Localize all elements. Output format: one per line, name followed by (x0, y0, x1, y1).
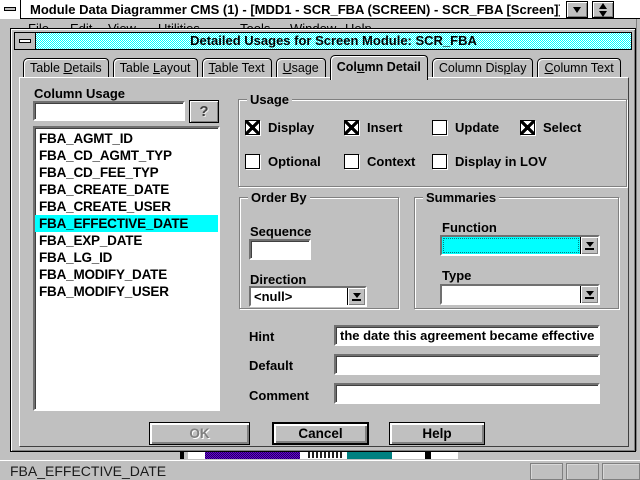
update-checkbox-label: Update (455, 120, 499, 135)
default-input[interactable] (334, 354, 600, 375)
sequence-input[interactable] (249, 239, 311, 260)
list-item[interactable]: FBA_CREATE_USER (35, 198, 218, 215)
status-panel-3 (602, 463, 640, 480)
list-item[interactable]: FBA_MODIFY_USER (35, 283, 218, 300)
list-item[interactable]: FBA_CREATE_DATE (35, 181, 218, 198)
type-label: Type (442, 268, 471, 283)
type-value (442, 286, 580, 303)
function-value (442, 237, 580, 254)
main-titlebar: Module Data Diagrammer CMS (1) - [MDD1 -… (0, 0, 640, 19)
status-panel-1 (530, 463, 563, 480)
list-item[interactable]: FBA_CD_AGMT_TYP (35, 147, 218, 164)
comment-label: Comment (249, 388, 309, 403)
status-text: FBA_EFFECTIVE_DATE (10, 463, 166, 479)
down-arrow-icon (573, 7, 581, 13)
column-usage-list[interactable]: FBA_AGMT_ID FBA_CD_AGMT_TYP FBA_CD_FEE_T… (33, 126, 220, 411)
cancel-button[interactable]: Cancel (272, 422, 369, 445)
function-dropdown-button[interactable] (580, 237, 598, 254)
tab-column-display[interactable]: Column Display (432, 58, 534, 77)
direction-dropdown-button[interactable] (347, 288, 365, 305)
column-usage-lov-button[interactable]: ? (189, 100, 219, 123)
display-in-lov-checkbox-label: Display in LOV (455, 154, 547, 169)
comment-input[interactable] (334, 383, 600, 404)
list-item[interactable]: FBA_MODIFY_DATE (35, 266, 218, 283)
document-restore-button[interactable] (566, 1, 588, 18)
order-by-group-label: Order By (248, 190, 310, 205)
tab-table-text[interactable]: Table Text (202, 58, 272, 77)
list-item[interactable]: FBA_CD_FEE_TYP (35, 164, 218, 181)
default-label: Default (249, 358, 293, 373)
summaries-group: Summaries Function Type (414, 197, 619, 309)
sequence-label: Sequence (250, 224, 311, 239)
list-item-selected[interactable]: FBA_EFFECTIVE_DATE (35, 215, 218, 232)
summaries-group-label: Summaries (423, 190, 499, 205)
type-dropdown[interactable] (440, 284, 600, 305)
tab-column-text[interactable]: Column Text (537, 58, 620, 77)
context-checkbox-label: Context (367, 154, 415, 169)
context-checkbox[interactable] (344, 154, 359, 169)
dropdown-arrow-icon (586, 242, 594, 247)
select-checkbox[interactable] (520, 120, 535, 135)
optional-checkbox-label: Optional (268, 154, 321, 169)
statusbar: FBA_EFFECTIVE_DATE (0, 460, 640, 480)
type-dropdown-button[interactable] (580, 286, 598, 303)
display-in-lov-checkbox[interactable] (432, 154, 447, 169)
function-dropdown[interactable] (440, 235, 600, 256)
direction-value: <null> (251, 288, 347, 305)
direction-label: Direction (250, 272, 306, 287)
display-checkbox[interactable] (245, 120, 260, 135)
direction-dropdown[interactable]: <null> (249, 286, 367, 307)
help-button[interactable]: Help (389, 422, 485, 445)
list-item[interactable]: FBA_LG_ID (35, 249, 218, 266)
hint-label: Hint (249, 329, 274, 344)
dropdown-arrow-icon (353, 293, 361, 298)
function-label: Function (442, 220, 497, 235)
window-restore-button[interactable] (592, 1, 614, 18)
detailed-usages-dialog: Detailed Usages for Screen Module: SCR_F… (10, 28, 636, 452)
order-by-group: Order By Sequence Direction <null> (239, 197, 399, 309)
display-checkbox-label: Display (268, 120, 314, 135)
tab-usage[interactable]: Usage (276, 58, 326, 77)
down-arrow-icon (599, 11, 607, 17)
column-usage-label: Column Usage (34, 86, 125, 101)
column-usage-filter-input[interactable] (33, 101, 185, 121)
insert-checkbox-label: Insert (367, 120, 402, 135)
up-arrow-icon (599, 3, 607, 9)
list-item[interactable]: FBA_AGMT_ID (35, 130, 218, 147)
window-title: Module Data Diagrammer CMS (1) - [MDD1 -… (30, 0, 560, 19)
tab-table-details[interactable]: Table Details (23, 58, 109, 77)
tabstrip: Table Details Table Layout Table Text Us… (23, 55, 621, 77)
select-checkbox-label: Select (543, 120, 581, 135)
tab-column-detail[interactable]: Column Detail (330, 55, 428, 80)
update-checkbox[interactable] (432, 120, 447, 135)
window-menu-dash-icon (4, 7, 16, 11)
insert-checkbox[interactable] (344, 120, 359, 135)
usage-group: Usage Display Insert Update Select Optio… (238, 99, 627, 187)
tab-table-layout[interactable]: Table Layout (113, 58, 198, 77)
ok-button[interactable]: OK (149, 422, 250, 445)
status-panel-2 (566, 463, 599, 480)
optional-checkbox[interactable] (245, 154, 260, 169)
usage-group-label: Usage (247, 92, 292, 107)
dropdown-arrow-icon (586, 291, 594, 296)
list-item[interactable]: FBA_EXP_DATE (35, 232, 218, 249)
hint-input[interactable] (334, 325, 600, 346)
window-menu-button[interactable] (0, 0, 21, 19)
help-question-icon: ? (190, 101, 218, 122)
